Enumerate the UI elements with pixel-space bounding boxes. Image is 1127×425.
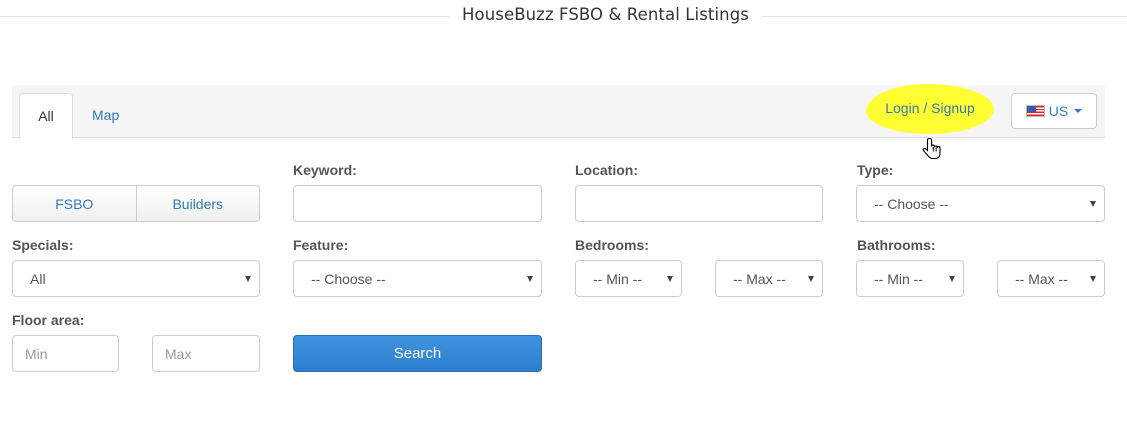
specials-select[interactable]: All <box>12 260 260 297</box>
type-select[interactable]: -- Choose -- <box>856 185 1105 222</box>
keyword-label: Keyword: <box>293 162 357 178</box>
tab-map[interactable]: Map <box>75 93 136 139</box>
specials-selected-value: All <box>30 270 46 287</box>
bedrooms-max-select[interactable]: -- Max -- <box>715 260 823 297</box>
bathrooms-min-select[interactable]: -- Min -- <box>856 260 964 297</box>
dropdown-arrow-icon <box>1090 200 1096 207</box>
bedrooms-min-select[interactable]: -- Min -- <box>575 260 682 297</box>
bathrooms-max-select[interactable]: -- Max -- <box>997 260 1105 297</box>
bedrooms-label: Bedrooms: <box>575 237 649 253</box>
keyword-input[interactable] <box>293 185 542 222</box>
floor-area-min-input[interactable] <box>12 335 119 372</box>
feature-select[interactable]: -- Choose -- <box>293 260 542 297</box>
feature-label: Feature: <box>293 237 349 253</box>
builders-button[interactable]: Builders <box>136 185 260 222</box>
type-selected-value: -- Choose -- <box>874 195 949 212</box>
listing-type-toggle: FSBO Builders <box>12 185 260 222</box>
specials-label: Specials: <box>12 237 74 253</box>
title-divider-right <box>762 16 1127 17</box>
bathrooms-max-value: -- Max -- <box>1015 270 1068 287</box>
caret-down-icon <box>1074 109 1083 113</box>
dropdown-arrow-icon <box>949 275 955 282</box>
dropdown-arrow-icon <box>527 275 533 282</box>
bathrooms-min-value: -- Min -- <box>874 270 923 287</box>
feature-selected-value: -- Choose -- <box>311 270 386 287</box>
bedrooms-max-value: -- Max -- <box>733 270 786 287</box>
country-label: US <box>1048 103 1069 119</box>
us-flag-icon <box>1025 105 1045 117</box>
floor-area-label: Floor area: <box>12 312 85 328</box>
dropdown-arrow-icon <box>245 275 251 282</box>
fsbo-button[interactable]: FSBO <box>12 185 137 222</box>
title-divider-left <box>0 16 449 17</box>
dropdown-arrow-icon <box>1090 275 1096 282</box>
location-input[interactable] <box>575 185 823 222</box>
type-label: Type: <box>857 162 894 178</box>
dropdown-arrow-icon <box>808 275 814 282</box>
search-button[interactable]: Search <box>293 335 542 372</box>
dropdown-arrow-icon <box>667 275 673 282</box>
country-dropdown-button[interactable]: US <box>1011 93 1097 129</box>
floor-area-max-input[interactable] <box>152 335 260 372</box>
hand-cursor-icon <box>922 137 941 160</box>
bathrooms-label: Bathrooms: <box>857 237 936 253</box>
login-signup-link[interactable]: Login / Signup <box>866 100 994 116</box>
page-title: HouseBuzz FSBO & Rental Listings <box>462 5 749 24</box>
tab-all[interactable]: All <box>19 93 73 139</box>
bedrooms-min-value: -- Min -- <box>593 270 642 287</box>
location-label: Location: <box>575 162 638 178</box>
